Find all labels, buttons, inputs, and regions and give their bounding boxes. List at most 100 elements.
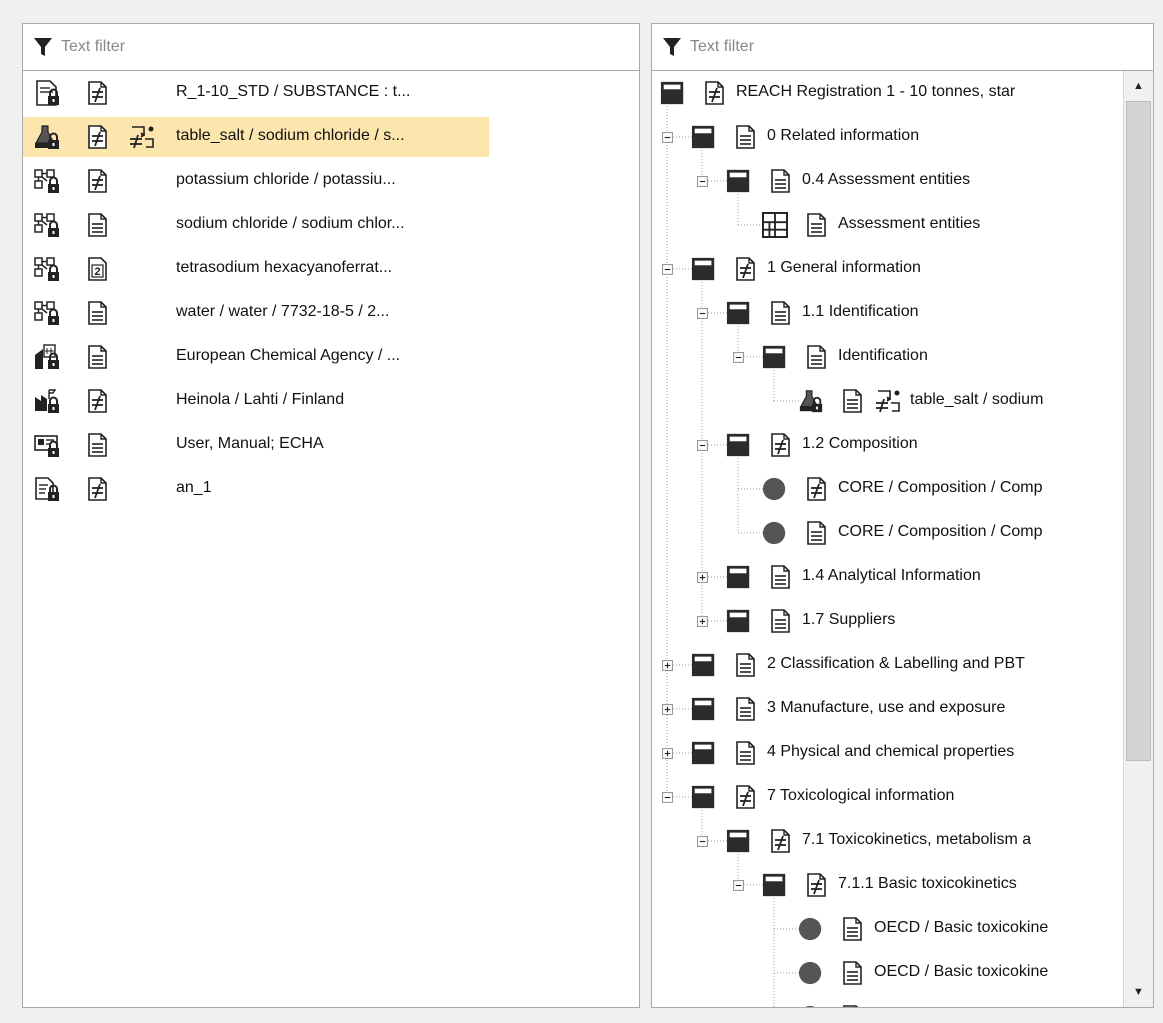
- expand-toggle-icon[interactable]: [697, 572, 708, 583]
- doc-modified-icon: [88, 477, 107, 501]
- substance-flask-icon: [799, 390, 823, 413]
- tree-node[interactable]: CORE / Composition / Comp: [652, 467, 1124, 511]
- tree-node[interactable]: 7 Toxicological information: [652, 775, 1124, 819]
- state-circle-icon: [798, 917, 822, 941]
- tree-node[interactable]: REACH Registration 1 - 10 tonnes, star: [652, 71, 1124, 115]
- tree-node-label: 1.1 Identification: [802, 303, 919, 320]
- state-square-icon: [660, 81, 684, 105]
- list-item-label: potassium chloride / potassiu...: [176, 171, 396, 188]
- substance-lock-icon: [34, 125, 59, 149]
- collapse-toggle-icon[interactable]: [662, 132, 673, 143]
- collapse-toggle-icon[interactable]: [697, 440, 708, 451]
- legal-entity-lock-icon: [35, 344, 59, 369]
- tree-node[interactable]: Assessment entities: [652, 203, 1124, 247]
- list-item[interactable]: table_salt / sodium chloride / s...: [23, 115, 639, 159]
- tree-node-label: OECD / Basic toxicokine: [874, 963, 1049, 980]
- collapse-toggle-icon[interactable]: [697, 308, 708, 319]
- reference-substance-lock-icon: [34, 301, 59, 325]
- tree-node[interactable]: OECD / Basic toxicokine: [652, 951, 1124, 995]
- tree-node[interactable]: CORE / Composition / Comp: [652, 511, 1124, 555]
- list-item-label: R_1-10_STD / SUBSTANCE : t...: [176, 83, 411, 100]
- reference-substance-lock-icon: [34, 169, 59, 193]
- tree-node[interactable]: 1.1 Identification: [652, 291, 1124, 335]
- doc-icon: [771, 609, 790, 633]
- tree-node[interactable]: 1 General information: [652, 247, 1124, 291]
- doc-icon: [736, 697, 755, 721]
- doc-modified-icon: [705, 81, 724, 105]
- doc-icon: [771, 565, 790, 589]
- list-item[interactable]: water / water / 7732-18-5 / 2...: [23, 291, 639, 335]
- left-filter-bar: [23, 24, 639, 71]
- tree-node[interactable]: 7.1 Toxicokinetics, metabolism a: [652, 819, 1124, 863]
- tree-node[interactable]: 4 Physical and chemical properties: [652, 731, 1124, 775]
- doc-icon: [88, 301, 107, 325]
- list-item-label: tetrasodium hexacyanoferrat...: [176, 259, 393, 276]
- funnel-icon: [34, 38, 52, 56]
- state-square-icon: [691, 785, 715, 809]
- tree-vertical-scrollbar[interactable]: ▲ ▼: [1123, 71, 1153, 1007]
- list-item[interactable]: User, Manual; ECHA: [23, 423, 639, 467]
- contact-lock-icon: [34, 435, 59, 457]
- scrollbar-thumb[interactable]: [1126, 101, 1151, 761]
- tree-node[interactable]: 3 Manufacture, use and exposure: [652, 687, 1124, 731]
- tree-node[interactable]: 1.4 Analytical Information: [652, 555, 1124, 599]
- tree-node[interactable]: [652, 995, 1124, 1007]
- doc-icon: [843, 389, 862, 413]
- list-item[interactable]: an_1: [23, 467, 639, 511]
- list-item[interactable]: 2 tetrasodium hexacyanoferrat...: [23, 247, 639, 291]
- collapse-toggle-icon[interactable]: [733, 880, 744, 891]
- document-tree-panel: REACH Registration 1 - 10 tonnes, star 0 …: [651, 23, 1154, 1008]
- expand-toggle-icon[interactable]: [662, 748, 673, 759]
- tree-node-label: 7.1.1 Basic toxicokinetics: [838, 875, 1017, 892]
- state-circle-icon: [762, 521, 786, 545]
- expand-toggle-icon[interactable]: [662, 704, 673, 715]
- list-item-label: table_salt / sodium chloride / s...: [176, 127, 405, 144]
- reference-substance-lock-icon: [34, 213, 59, 237]
- right-text-filter-input[interactable]: [690, 38, 1090, 56]
- object-list-panel: R_1-10_STD / SUBSTANCE : t... table_salt …: [22, 23, 640, 1008]
- tree-node[interactable]: 2 Classification & Labelling and PBT: [652, 643, 1124, 687]
- doc-icon: [736, 125, 755, 149]
- tree-node[interactable]: 7.1.1 Basic toxicokinetics: [652, 863, 1124, 907]
- doc-modified-icon: [736, 785, 755, 809]
- collapse-toggle-icon[interactable]: [697, 176, 708, 187]
- doc-icon: [88, 213, 107, 237]
- doc-modified-icon: [88, 125, 107, 149]
- left-text-filter-input[interactable]: [61, 38, 461, 56]
- list-item[interactable]: sodium chloride / sodium chlor...: [23, 203, 639, 247]
- link-modified-icon: [876, 390, 900, 413]
- tree-node[interactable]: table_salt / sodium: [652, 379, 1124, 423]
- expand-toggle-icon[interactable]: [662, 660, 673, 671]
- tree-node[interactable]: 1.2 Composition: [652, 423, 1124, 467]
- tree-node[interactable]: OECD / Basic toxicokine: [652, 907, 1124, 951]
- collapse-toggle-icon[interactable]: [733, 352, 744, 363]
- collapse-toggle-icon[interactable]: [697, 836, 708, 847]
- list-item[interactable]: potassium chloride / potassiu...: [23, 159, 639, 203]
- doc-icon: [771, 169, 790, 193]
- tree-node[interactable]: 0.4 Assessment entities: [652, 159, 1124, 203]
- doc-icon: [843, 917, 862, 941]
- state-square-icon: [691, 697, 715, 721]
- collapse-toggle-icon[interactable]: [662, 264, 673, 275]
- expand-toggle-icon[interactable]: [697, 616, 708, 627]
- tree-node[interactable]: 0 Related information: [652, 115, 1124, 159]
- state-square-icon: [726, 609, 750, 633]
- list-item[interactable]: R_1-10_STD / SUBSTANCE : t...: [23, 71, 639, 115]
- link-modified-icon: [130, 126, 154, 149]
- tree-node-label: Assessment entities: [838, 215, 981, 232]
- tree-node[interactable]: Identification: [652, 335, 1124, 379]
- list-item[interactable]: European Chemical Agency / ...: [23, 335, 639, 379]
- state-square-icon: [762, 345, 786, 369]
- tree-node-label: 4 Physical and chemical properties: [767, 743, 1015, 760]
- list-item[interactable]: Heinola / Lahti / Finland: [23, 379, 639, 423]
- tree-node-label: 1.7 Suppliers: [802, 611, 896, 628]
- doc-icon: [88, 345, 107, 369]
- scroll-down-arrow-icon[interactable]: ▼: [1124, 979, 1153, 1005]
- state-circle-icon: [762, 477, 786, 501]
- collapse-toggle-icon[interactable]: [662, 792, 673, 803]
- tree-node-label: table_salt / sodium: [910, 391, 1044, 408]
- site-lock-icon: [35, 389, 59, 413]
- doc-icon: [736, 653, 755, 677]
- tree-node[interactable]: 1.7 Suppliers: [652, 599, 1124, 643]
- scroll-up-arrow-icon[interactable]: ▲: [1124, 73, 1153, 99]
